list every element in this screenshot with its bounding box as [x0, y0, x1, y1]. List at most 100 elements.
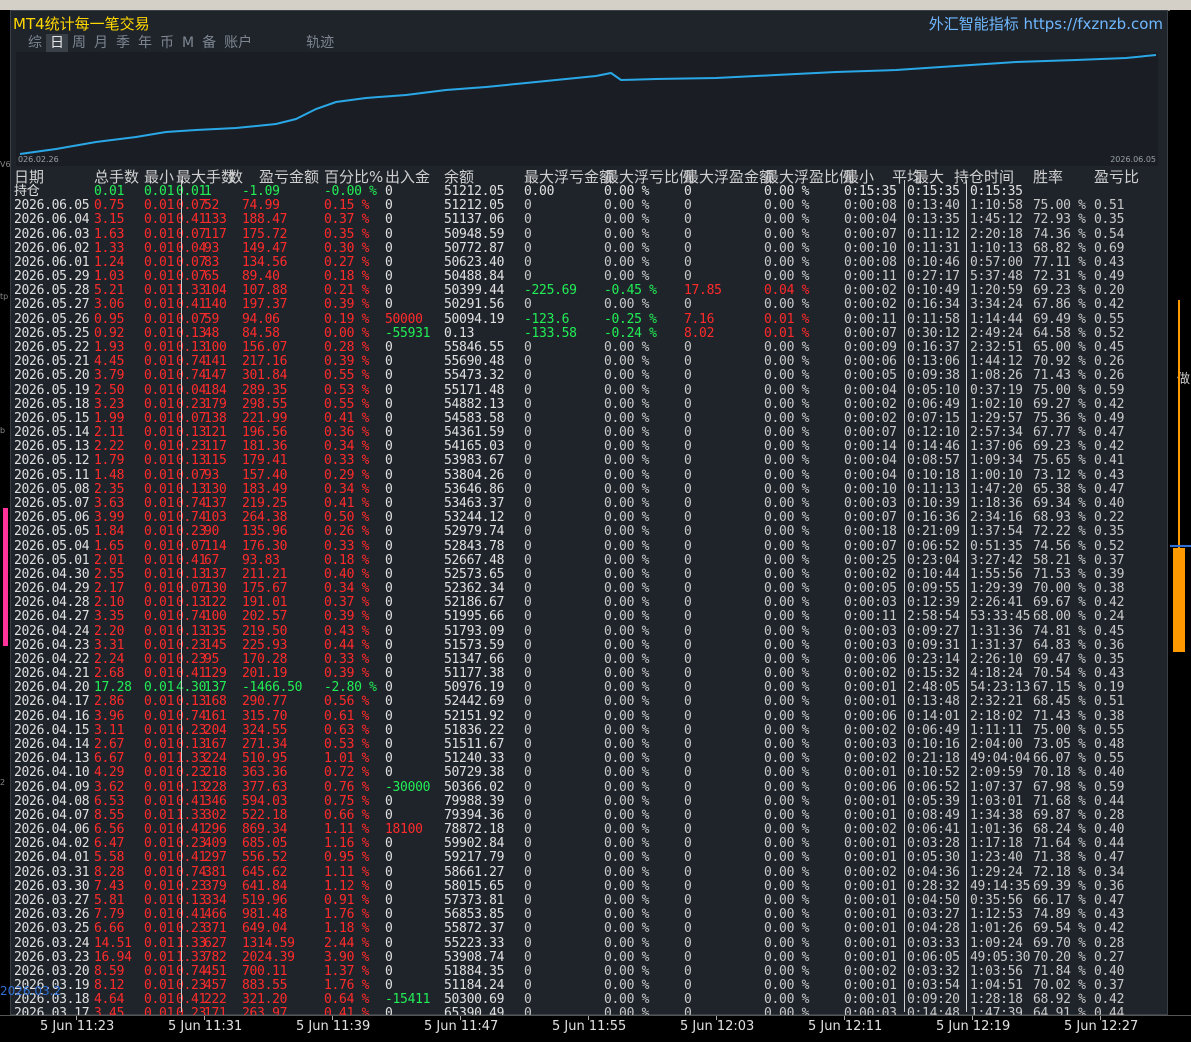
table-row[interactable]: 2026.04.30 2.55 0.01 0.13 137 211.21 0.40 % 0 52…	[14, 566, 1166, 582]
tab-7[interactable]: M	[178, 34, 198, 52]
table-cell: 147	[204, 368, 227, 384]
table-row[interactable]: 2026.04.07 8.55 0.01 1.33 302 522.18 0.66 % 0 79…	[14, 807, 1166, 823]
table-row[interactable]: 2026.05.25 0.92 0.01 0.13 48 84.58 0.00 % -5593…	[14, 326, 1166, 341]
brand-link[interactable]: 外汇智能指标 https://fxznzb.com	[929, 13, 1163, 34]
table-cell: 0	[524, 396, 532, 412]
tab-5[interactable]: 年	[134, 34, 156, 52]
table-cell: 0.00 %	[764, 566, 810, 582]
tab-0[interactable]: 综	[24, 34, 46, 52]
table-cell: 0.39 %	[324, 297, 370, 313]
table-row[interactable]: 2026.04.17 2.86 0.01 0.13 168 290.77 0.56 % 0 52…	[14, 694, 1166, 710]
table-row[interactable]: 2026.04.24 2.20 0.01 0.13 135 219.50 0.43 % 0 51…	[14, 624, 1166, 639]
table-row[interactable]: 2026.05.26 0.95 0.01 0.07 59 94.06 0.19 % 50000…	[14, 311, 1166, 327]
table-row[interactable]: 2026.05.01 2.01 0.01 0.41 67 93.83 0.18 % 0 5266…	[14, 552, 1166, 568]
table-row[interactable]: 2026.03.20 8.59 0.01 0.74 451 700.11 1.37 % 0 51…	[14, 964, 1166, 979]
table-row[interactable]: 2026.05.15 1.99 0.01 0.07 138 221.99 0.41 % 0 54…	[14, 411, 1166, 426]
table-row[interactable]: 2026.04.10 4.29 0.01 0.23 218 363.36 0.72 % 0 50…	[14, 766, 1166, 780]
table-row[interactable]: 2026.04.02 6.47 0.01 0.23 409 685.05 1.16 % 0 59…	[14, 836, 1166, 852]
table-row[interactable]: 2026.06.01 1.24 0.01 0.07 83 134.56 0.27 % 0 506…	[14, 254, 1166, 270]
table-row[interactable]: 2026.04.28 2.10 0.01 0.13 122 191.01 0.37 % 0 52…	[14, 595, 1166, 611]
column-header: 最大浮盈金额	[684, 168, 775, 186]
table-row[interactable]: 2026.04.01 5.58 0.01 0.41 297 556.52 0.95 % 0 59…	[14, 851, 1166, 865]
table-row[interactable]: 2026.03.26 7.79 0.01 0.41 466 981.48 1.76 % 0 56…	[14, 908, 1166, 922]
table-cell: 3:27:42	[970, 552, 1023, 568]
table-cell: -225.69	[524, 283, 577, 299]
table-row[interactable]: 2026.04.16 3.96 0.01 0.74 161 315.70 0.61 % 0 52…	[14, 708, 1166, 724]
tab-1[interactable]: 日	[46, 34, 68, 52]
table-row[interactable]: 2026.04.06 6.56 0.01 0.41 296 869.34 1.11 % 181…	[14, 822, 1166, 838]
table-row[interactable]: 2026.04.23 3.31 0.01 0.23 145 225.93 0.44 % 0 51…	[14, 638, 1166, 653]
table-row[interactable]: 2026.05.08 2.35 0.01 0.13 130 183.49 0.34 % 0 53…	[14, 482, 1166, 497]
column-header: 数	[228, 168, 244, 186]
table-row[interactable]: 2026.05.07 3.63 0.01 0.74 137 219.25 0.41 % 0 53…	[14, 495, 1166, 511]
table-row[interactable]: 2026.04.08 6.53 0.01 0.41 346 594.03 0.75 % 0 79…	[14, 794, 1166, 809]
table-cell: 0.01	[144, 822, 175, 838]
table-row[interactable]: 2026.04.13 6.67 0.01 1.33 224 510.95 1.01 % 0 51…	[14, 751, 1166, 767]
table-cell: 0:15:32	[907, 666, 960, 682]
table-row[interactable]: 2026.06.04 3.15 0.01 0.41 133 188.47 0.37 % 0 51…	[14, 212, 1166, 228]
table-row[interactable]: 2026.03.30 7.43 0.01 0.23 379 641.84 1.12 % 0 58…	[14, 879, 1166, 894]
table-row[interactable]: 2026.03.18 4.64 0.01 0.41 222 321.20 0.64 % -15…	[14, 992, 1166, 1008]
table-row[interactable]: 2026.06.05 0.75 0.01 0.07 52 74.99 0.15 % 0 5121…	[14, 198, 1166, 214]
table-row[interactable]: 2026.05.06 3.99 0.01 0.74 103 264.38 0.50 % 0 53…	[14, 511, 1166, 525]
tab-10[interactable]: 轨迹	[302, 34, 338, 52]
table-cell: 0.00 %	[764, 595, 810, 611]
table-row[interactable]: 2026.03.24 14.51 0.01 1.33 627 1314.59 2.44 % 0…	[14, 936, 1166, 951]
table-cell: 0.28	[1094, 807, 1125, 823]
table-cell: 0.19	[1094, 680, 1125, 696]
table-cell: 69.49 %	[1033, 311, 1086, 327]
table-row[interactable]: 2026.05.19 2.50 0.01 0.04 184 289.35 0.53 % 0 55…	[14, 383, 1166, 398]
table-cell: 0.01	[144, 992, 175, 1008]
table-row[interactable]: 2026.03.23 16.94 0.01 1.33 782 2024.39 3.90 % 0…	[14, 950, 1166, 965]
table-cell: 17.28	[94, 680, 132, 696]
table-cell: 71.64 %	[1033, 836, 1086, 852]
table-row[interactable]: 2026.05.11 1.48 0.01 0.07 93 157.40 0.29 % 0 538…	[14, 468, 1166, 483]
table-row[interactable]: 2026.04.09 3.62 0.01 0.13 228 377.63 0.76 % -30…	[14, 779, 1166, 795]
tab-4[interactable]: 季	[112, 34, 134, 52]
table-row[interactable]: 2026.04.27 3.35 0.01 0.74 100 202.57 0.39 % 0 51…	[14, 610, 1166, 624]
table-cell: 0.15 %	[324, 198, 370, 214]
table-row[interactable]: 2026.05.12 1.79 0.01 0.13 115 179.41 0.33 % 0 53…	[14, 454, 1166, 468]
table-row[interactable]: 2026.05.18 3.23 0.01 0.23 179 298.55 0.55 % 0 54…	[14, 396, 1166, 412]
table-cell: 0.00 %	[764, 666, 810, 682]
table-cell: 161	[204, 708, 227, 724]
table-row[interactable]: 2026.06.03 1.63 0.01 0.07 117 175.72 0.35 % 0 50…	[14, 227, 1166, 242]
table-row[interactable]: 2026.05.22 1.93 0.01 0.13 100 156.07 0.28 % 0 55…	[14, 340, 1166, 355]
table-row[interactable]: 2026.04.29 2.17 0.01 0.07 130 175.67 0.34 % 0 52…	[14, 582, 1166, 596]
table-row[interactable]: 2026.04.14 2.67 0.01 0.13 167 271.34 0.53 % 0 51…	[14, 738, 1166, 752]
tab-9[interactable]: 账户	[220, 34, 256, 52]
tab-8[interactable]: 备	[198, 34, 220, 52]
table-row[interactable]: 2026.04.20 17.28 0.01 4.30 137 -1466.50 -2.80 …	[14, 680, 1166, 696]
table-row[interactable]: 2026.06.02 1.33 0.01 0.04 93 149.47 0.30 % 0 507…	[14, 241, 1166, 256]
table-row[interactable]: 2026.03.27 5.81 0.01 0.13 334 519.96 0.91 % 0 57…	[14, 894, 1166, 908]
table-row[interactable]: 2026.05.20 3.79 0.01 0.74 147 301.84 0.55 % 0 55…	[14, 368, 1166, 384]
table-row[interactable]: 2026.05.13 2.22 0.01 0.23 117 181.36 0.34 % 0 54…	[14, 440, 1166, 454]
table-cell: 0.01	[144, 751, 175, 767]
table-row[interactable]: 2026.05.14 2.11 0.01 0.13 121 196.56 0.36 % 0 54…	[14, 426, 1166, 440]
table-cell: 0	[385, 566, 393, 582]
table-row[interactable]: 2026.05.27 3.06 0.01 0.41 140 197.37 0.39 % 0 50…	[14, 297, 1166, 313]
table-row[interactable]: 2026.05.28 5.21 0.01 1.33 104 107.88 0.21 % 0 50…	[14, 283, 1166, 299]
table-cell: 2026.05.07	[14, 495, 90, 511]
table-row[interactable]: 2026.03.25 6.66 0.01 0.23 371 649.04 1.18 % 0 55…	[14, 922, 1166, 936]
table-cell: 0:11:58	[907, 311, 960, 327]
table-row[interactable]: 2026.03.19 8.12 0.01 0.23 457 883.55 1.76 % 0 51…	[14, 978, 1166, 994]
table-cell: 2026.06.04	[14, 212, 90, 228]
tab-3[interactable]: 月	[90, 34, 112, 52]
tab-2[interactable]: 周	[68, 34, 90, 52]
table-cell: 0.01	[144, 254, 175, 270]
table-row[interactable]: 2026.03.31 8.28 0.01 0.74 381 645.62 1.11 % 0 58…	[14, 865, 1166, 880]
tab-6[interactable]: 币	[156, 34, 178, 52]
table-cell: 52186.67	[444, 595, 505, 611]
table-row[interactable]: 2026.05.29 1.03 0.01 0.07 65 89.40 0.18 % 0 5048…	[14, 270, 1166, 284]
table-row[interactable]: 2026.05.05 1.84 0.01 0.23 90 135.96 0.26 % 0 529…	[14, 525, 1166, 539]
table-row[interactable]: 2026.04.21 2.68 0.01 0.41 129 201.19 0.39 % 0 51…	[14, 666, 1166, 682]
table-cell: 70.02 %	[1033, 978, 1086, 994]
table-cell: 2:32:21	[970, 694, 1023, 710]
table-cell: 0.01	[144, 651, 175, 667]
table-row[interactable]: 2026.04.15 3.11 0.01 0.23 204 324.55 0.63 % 0 51…	[14, 723, 1166, 738]
table-row[interactable]: 2026.04.22 2.24 0.01 0.23 95 170.28 0.33 % 0 513…	[14, 651, 1166, 667]
table-row[interactable]: 2026.05.04 1.65 0.01 0.07 114 176.30 0.33 % 0 52…	[14, 539, 1166, 554]
table-row[interactable]: 2026.05.21 4.45 0.01 0.74 141 217.16 0.39 % 0 55…	[14, 355, 1166, 369]
table-cell: 0.01	[144, 779, 175, 795]
